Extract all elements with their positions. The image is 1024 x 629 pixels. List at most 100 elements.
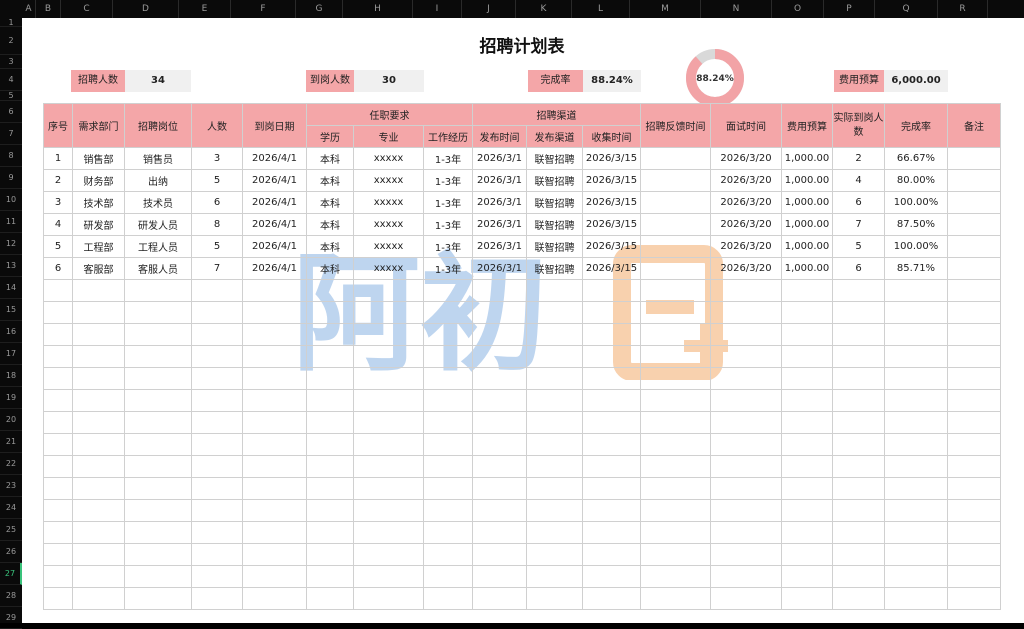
table-cell[interactable]: 3 <box>191 147 243 170</box>
empty-cell[interactable] <box>832 521 885 544</box>
table-cell[interactable]: xxxxx <box>353 191 424 214</box>
table-cell[interactable]: 研发部 <box>72 213 125 236</box>
empty-cell[interactable] <box>781 345 833 368</box>
empty-cell[interactable] <box>582 345 641 368</box>
table-cell[interactable]: 研发人员 <box>124 213 192 236</box>
table-cell[interactable]: 2026/3/15 <box>582 191 641 214</box>
empty-cell[interactable] <box>72 565 125 588</box>
empty-cell[interactable] <box>306 411 354 434</box>
table-cell[interactable]: 1 <box>43 147 73 170</box>
empty-cell[interactable] <box>582 521 641 544</box>
empty-cell[interactable] <box>472 279 527 302</box>
empty-cell[interactable] <box>306 389 354 412</box>
empty-cell[interactable] <box>526 433 583 456</box>
empty-cell[interactable] <box>124 455 192 478</box>
table-cell[interactable]: 联智招聘 <box>526 169 583 192</box>
table-cell[interactable]: 联智招聘 <box>526 191 583 214</box>
row-header-5[interactable]: 5 <box>0 91 22 101</box>
row-header-10[interactable]: 10 <box>0 189 22 211</box>
empty-cell[interactable] <box>423 543 473 566</box>
empty-cell[interactable] <box>884 521 948 544</box>
empty-cell[interactable] <box>472 455 527 478</box>
table-cell[interactable]: 2026/3/15 <box>582 169 641 192</box>
table-cell[interactable]: 1-3年 <box>423 235 473 258</box>
empty-cell[interactable] <box>472 301 527 324</box>
header-major[interactable]: 专业 <box>353 125 424 148</box>
empty-cell[interactable] <box>947 433 1001 456</box>
empty-cell[interactable] <box>947 543 1001 566</box>
empty-cell[interactable] <box>72 367 125 390</box>
header-feedback-time[interactable]: 招聘反馈时间 <box>640 103 711 148</box>
empty-cell[interactable] <box>947 587 1001 610</box>
header-collect-time[interactable]: 收集时间 <box>582 125 641 148</box>
arrived-count-label[interactable]: 到岗人数 <box>306 70 354 92</box>
column-header-L[interactable]: L <box>572 0 630 18</box>
empty-cell[interactable] <box>582 543 641 566</box>
empty-cell[interactable] <box>947 345 1001 368</box>
row-header-20[interactable]: 20 <box>0 409 22 431</box>
empty-cell[interactable] <box>947 565 1001 588</box>
budget-label[interactable]: 费用预算 <box>834 70 884 92</box>
table-cell[interactable]: 销售员 <box>124 147 192 170</box>
column-header-A[interactable]: A <box>22 0 36 18</box>
empty-cell[interactable] <box>353 543 424 566</box>
empty-cell[interactable] <box>947 499 1001 522</box>
empty-cell[interactable] <box>242 521 307 544</box>
empty-cell[interactable] <box>353 279 424 302</box>
table-cell[interactable]: 本科 <box>306 257 354 280</box>
empty-cell[interactable] <box>242 499 307 522</box>
row-header-1[interactable]: 1 <box>0 18 22 27</box>
empty-cell[interactable] <box>242 411 307 434</box>
row-header-22[interactable]: 22 <box>0 453 22 475</box>
empty-cell[interactable] <box>640 411 711 434</box>
column-header-N[interactable]: N <box>701 0 772 18</box>
empty-cell[interactable] <box>472 477 527 500</box>
table-cell[interactable]: xxxxx <box>353 169 424 192</box>
table-cell[interactable]: 2026/3/15 <box>582 235 641 258</box>
empty-cell[interactable] <box>582 477 641 500</box>
empty-cell[interactable] <box>191 455 243 478</box>
table-cell[interactable]: 客服人员 <box>124 257 192 280</box>
empty-cell[interactable] <box>710 433 782 456</box>
empty-cell[interactable] <box>423 411 473 434</box>
empty-cell[interactable] <box>43 521 73 544</box>
empty-cell[interactable] <box>306 521 354 544</box>
empty-cell[interactable] <box>43 499 73 522</box>
empty-cell[interactable] <box>640 565 711 588</box>
table-cell[interactable]: 2026/4/1 <box>242 213 307 236</box>
empty-cell[interactable] <box>191 411 243 434</box>
empty-cell[interactable] <box>781 301 833 324</box>
empty-cell[interactable] <box>242 587 307 610</box>
empty-cell[interactable] <box>640 367 711 390</box>
row-header-8[interactable]: 8 <box>0 145 22 167</box>
empty-cell[interactable] <box>884 587 948 610</box>
empty-cell[interactable] <box>191 323 243 346</box>
table-cell[interactable]: 1-3年 <box>423 257 473 280</box>
row-header-12[interactable]: 12 <box>0 233 22 255</box>
table-cell[interactable]: 1-3年 <box>423 169 473 192</box>
empty-cell[interactable] <box>781 433 833 456</box>
empty-cell[interactable] <box>582 323 641 346</box>
table-cell[interactable]: 6 <box>832 257 885 280</box>
empty-cell[interactable] <box>242 455 307 478</box>
empty-cell[interactable] <box>124 323 192 346</box>
table-cell[interactable]: 1,000.00 <box>781 257 833 280</box>
budget-value[interactable]: 6,000.00 <box>884 70 948 92</box>
empty-cell[interactable] <box>640 521 711 544</box>
arrived-count-value[interactable]: 30 <box>354 70 424 92</box>
empty-cell[interactable] <box>710 411 782 434</box>
table-cell[interactable]: 7 <box>832 213 885 236</box>
empty-cell[interactable] <box>947 521 1001 544</box>
empty-cell[interactable] <box>43 345 73 368</box>
row-header-6[interactable]: 6 <box>0 101 22 123</box>
empty-cell[interactable] <box>191 587 243 610</box>
empty-cell[interactable] <box>191 367 243 390</box>
empty-cell[interactable] <box>43 389 73 412</box>
empty-cell[interactable] <box>884 367 948 390</box>
table-cell[interactable]: 销售部 <box>72 147 125 170</box>
empty-cell[interactable] <box>72 345 125 368</box>
empty-cell[interactable] <box>43 587 73 610</box>
empty-cell[interactable] <box>423 301 473 324</box>
table-cell[interactable]: 80.00% <box>884 169 948 192</box>
table-cell[interactable]: 工程部 <box>72 235 125 258</box>
